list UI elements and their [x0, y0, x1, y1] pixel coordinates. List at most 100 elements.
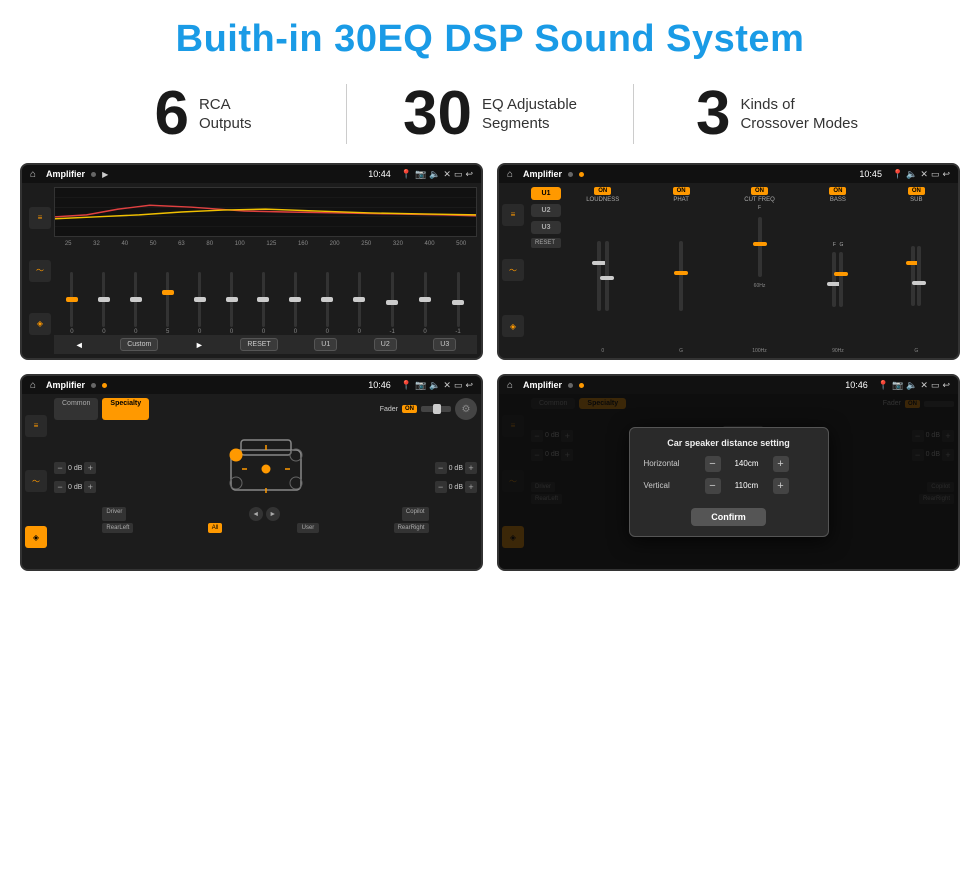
window-icon-4: ▭ — [931, 380, 940, 391]
status-dot-2a — [568, 172, 573, 177]
right-vol-col: − 0 dB + − 0 dB + — [435, 425, 477, 533]
wave-btn[interactable]: 〜 — [29, 260, 51, 282]
slider-32: 0 — [102, 272, 105, 335]
fr-plus[interactable]: + — [465, 462, 477, 474]
sub-on[interactable]: ON — [908, 187, 925, 195]
rr-minus[interactable]: − — [435, 481, 447, 493]
prev-btn[interactable]: ◄ — [75, 340, 84, 350]
prev-car-btn[interactable]: ◄ — [249, 507, 263, 521]
time-4: 10:46 — [845, 380, 868, 390]
eq-filter-btn-3[interactable]: ≡ — [25, 415, 47, 437]
next-btn[interactable]: ► — [195, 340, 204, 350]
sub-slider-1[interactable] — [911, 246, 915, 306]
status-bar-2: ⌂ Amplifier 10:45 📍 🔈 ✕ ▭ ↩ — [499, 165, 958, 183]
rearleft-btn[interactable]: RearLeft — [102, 523, 133, 533]
user-btn[interactable]: User — [297, 523, 320, 533]
stat-label-rca: RCAOutputs — [199, 95, 252, 134]
rl-plus[interactable]: + — [84, 481, 96, 493]
close-icon-1: ✕ — [443, 169, 451, 180]
loudness-slider-r[interactable] — [605, 241, 609, 311]
cutfreq-on[interactable]: ON — [751, 187, 768, 195]
settings-icon-3[interactable]: ⚙ — [455, 398, 477, 420]
u2-btn[interactable]: U2 — [374, 338, 397, 351]
app-name-2: Amplifier — [523, 169, 562, 179]
stat-label-eq: EQ AdjustableSegments — [482, 95, 577, 134]
bottom-labels: Driver ◄ ► Copilot — [102, 507, 428, 521]
eq-filter-btn-2[interactable]: ≡ — [502, 204, 524, 226]
u2-preset[interactable]: U2 — [531, 204, 561, 217]
bass-on[interactable]: ON — [829, 187, 846, 195]
bass-slider-f[interactable] — [832, 252, 836, 307]
horizontal-val: 140cm — [727, 459, 767, 468]
screen3-main: Common Specialty Fader ON ⚙ — [50, 394, 481, 569]
fader-on-badge[interactable]: ON — [402, 405, 417, 413]
back-icon-4: ↩ — [942, 380, 950, 391]
u3-btn[interactable]: U3 — [433, 338, 456, 351]
rr-plus[interactable]: + — [465, 481, 477, 493]
u1-preset[interactable]: U1 — [531, 187, 561, 200]
speaker-layout: − 0 dB + − 0 dB + — [54, 425, 477, 533]
horizontal-plus[interactable]: + — [773, 456, 789, 472]
status-icons-3: 📍 📷 🔈 ✕ ▭ ↩ — [401, 380, 473, 391]
status-dot-3b — [102, 383, 107, 388]
col-cutfreq: ON CUT FREQ F 60Hz 100Hz — [722, 187, 797, 354]
sliders-row: 0 0 0 5 0 0 0 0 0 0 -1 0 -1 — [54, 249, 477, 335]
screen-eq: ⌂ Amplifier ▶ 10:44 📍 📷 🔈 ✕ ▭ ↩ ≡ 〜 ◈ — [20, 163, 483, 360]
play-icon-1: ▶ — [102, 170, 108, 179]
phat-on[interactable]: ON — [673, 187, 690, 195]
col-phat: ON PHAT G — [643, 187, 718, 354]
bass-slider-g[interactable] — [839, 252, 843, 307]
confirm-button[interactable]: Confirm — [691, 508, 766, 526]
eq-filter-btn[interactable]: ≡ — [29, 207, 51, 229]
location-icon-2: 📍 — [892, 169, 903, 180]
u3-preset[interactable]: U3 — [531, 221, 561, 234]
vertical-minus[interactable]: − — [705, 478, 721, 494]
fl-minus[interactable]: − — [54, 462, 66, 474]
tab-specialty-3[interactable]: Specialty — [102, 398, 149, 420]
page-title: Buith-in 30EQ DSP Sound System — [0, 0, 980, 73]
sub-slider-2[interactable] — [917, 246, 921, 306]
camera-icon-1: 📷 — [415, 169, 426, 180]
app-name-1: Amplifier — [46, 169, 85, 179]
stat-eq: 30 EQ AdjustableSegments — [347, 83, 633, 145]
rearright-btn[interactable]: RearRight — [394, 523, 429, 533]
fr-minus[interactable]: − — [435, 462, 447, 474]
location-icon-4: 📍 — [878, 380, 889, 391]
fader-label: Fader — [380, 406, 398, 413]
screen1-body: ≡ 〜 ◈ — [22, 183, 481, 358]
rr-val: 0 dB — [449, 484, 463, 491]
screen2-body: ≡ 〜 ◈ U1 U2 U3 RESET ON LOUDNESS — [499, 183, 958, 358]
reset-btn-1[interactable]: RESET — [240, 338, 277, 351]
app-name-3: Amplifier — [46, 380, 85, 390]
modal-vertical-row: Vertical − 110cm + — [644, 478, 814, 494]
driver-btn[interactable]: Driver — [102, 507, 126, 521]
cutfreq-slider[interactable] — [758, 217, 762, 277]
slider-160: 0 — [326, 272, 329, 335]
wave-btn-2[interactable]: 〜 — [502, 259, 524, 281]
time-1: 10:44 — [368, 169, 391, 179]
speaker-btn-2[interactable]: ◈ — [502, 315, 524, 337]
cutfreq-val: 100Hz — [752, 348, 766, 354]
horizontal-minus[interactable]: − — [705, 456, 721, 472]
horizontal-label: Horizontal — [644, 459, 699, 468]
copilot-btn[interactable]: Copilot — [402, 507, 429, 521]
eq-graph — [54, 187, 477, 237]
tab-common-3[interactable]: Common — [54, 398, 98, 420]
screen4-body: ≡ 〜 ◈ Common Specialty Fader ON — [499, 394, 958, 569]
reset-btn-2[interactable]: RESET — [531, 238, 561, 248]
speaker-btn[interactable]: ◈ — [29, 313, 51, 335]
next-car-btn[interactable]: ► — [266, 507, 280, 521]
u1-btn[interactable]: U1 — [314, 338, 337, 351]
status-dot-2b — [579, 172, 584, 177]
vertical-plus[interactable]: + — [773, 478, 789, 494]
phat-val: G — [679, 348, 683, 354]
rl-minus[interactable]: − — [54, 481, 66, 493]
screen2-left: ≡ 〜 ◈ — [499, 183, 527, 358]
speaker-btn-3[interactable]: ◈ — [25, 526, 47, 548]
phat-slider[interactable] — [679, 241, 683, 311]
loudness-on[interactable]: ON — [594, 187, 611, 195]
screen3-left: ≡ 〜 ◈ — [22, 394, 50, 569]
fl-plus[interactable]: + — [84, 462, 96, 474]
wave-btn-3[interactable]: 〜 — [25, 470, 47, 492]
all-btn[interactable]: All — [208, 523, 223, 533]
